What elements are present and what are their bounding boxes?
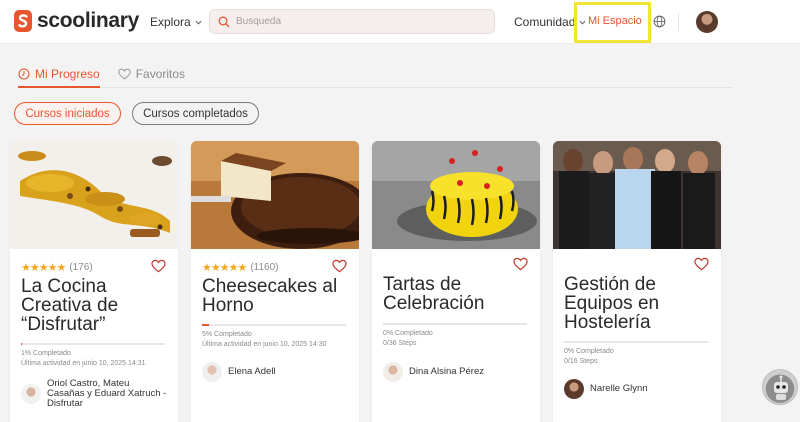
instructor-name: Narelle Glynn bbox=[590, 383, 648, 394]
search-icon bbox=[218, 16, 230, 27]
clock-icon bbox=[18, 68, 30, 80]
progress-bar bbox=[21, 343, 165, 345]
divider bbox=[678, 13, 679, 31]
course-title[interactable]: Gestión de Equipos en Hostelería bbox=[564, 275, 714, 332]
instructor-name: Dina Alsina Pérez bbox=[409, 366, 484, 377]
course-title[interactable]: Cheesecakes al Horno bbox=[202, 277, 352, 315]
tab-label: Favoritos bbox=[135, 67, 186, 81]
progress-text: 0% Completado 0/16 Steps bbox=[564, 347, 614, 367]
last-activity: Última actividad en junio 10, 2025 14:31 bbox=[21, 360, 146, 367]
progress-percent: 0% Completado bbox=[383, 330, 433, 337]
instructor: Elena Adell bbox=[202, 362, 276, 382]
course-card[interactable]: ★★★★★ (176) La Cocina Creativa de “Disfr… bbox=[10, 141, 178, 422]
explore-menu[interactable]: Explora bbox=[150, 15, 202, 29]
tabs-divider bbox=[18, 87, 733, 88]
course-rating: ★★★★★ (176) bbox=[21, 261, 93, 274]
favorite-heart-icon[interactable] bbox=[694, 257, 709, 271]
community-label: Comunidad bbox=[514, 15, 576, 29]
globe-icon[interactable] bbox=[653, 15, 666, 28]
tab-label: Mi Progreso bbox=[35, 67, 100, 81]
brand-name: scoolinary bbox=[37, 9, 140, 32]
rating-count: (176) bbox=[69, 262, 93, 273]
progress-percent: 1% Completado bbox=[21, 350, 71, 357]
instructor-name: Elena Adell bbox=[228, 366, 276, 377]
course-card[interactable]: Gestión de Equipos en Hostelería 0% Comp… bbox=[553, 141, 721, 422]
instructor: Dina Alsina Pérez bbox=[383, 362, 484, 382]
progress-bar bbox=[202, 324, 346, 326]
chatbot-button[interactable] bbox=[762, 369, 798, 405]
tab-favoritos[interactable]: Favoritos bbox=[117, 62, 186, 86]
progress-text: 0% Completado 0/36 Steps bbox=[383, 329, 433, 349]
heart-icon bbox=[117, 68, 131, 80]
progress-text: 1% Completado Última actividad en junio … bbox=[21, 349, 146, 369]
rating-stars: ★★★★★ bbox=[21, 262, 66, 274]
explore-label: Explora bbox=[150, 15, 191, 29]
progress-bar bbox=[383, 323, 527, 325]
course-title[interactable]: La Cocina Creativa de “Disfrutar” bbox=[21, 277, 171, 334]
course-card[interactable]: Tartas de Celebración 0% Completado 0/36… bbox=[372, 141, 540, 422]
instructor-avatar bbox=[564, 379, 584, 399]
instructor: Oriol Castro, Mateu Casañas y Eduard Xat… bbox=[21, 379, 167, 409]
search-bar[interactable] bbox=[209, 9, 495, 34]
favorite-heart-icon[interactable] bbox=[151, 259, 166, 273]
user-avatar[interactable] bbox=[696, 11, 718, 33]
instructor-avatar bbox=[202, 362, 222, 382]
tab-mi-progreso[interactable]: Mi Progreso bbox=[18, 62, 100, 86]
progress-tabs: Mi Progreso Favoritos bbox=[18, 62, 185, 86]
course-rating: ★★★★★ (1160) bbox=[202, 261, 278, 274]
chevron-down-icon bbox=[195, 20, 202, 24]
robot-icon bbox=[774, 375, 788, 400]
filter-cursos-completados[interactable]: Cursos completados bbox=[132, 102, 259, 125]
course-image bbox=[372, 141, 540, 249]
filter-cursos-iniciados[interactable]: Cursos iniciados bbox=[14, 102, 121, 125]
steps-count: 0/36 Steps bbox=[383, 340, 417, 347]
rating-count: (1160) bbox=[250, 262, 279, 273]
brand-logo[interactable]: scoolinary bbox=[14, 9, 139, 33]
my-space-link[interactable]: Mi Espacio bbox=[588, 15, 642, 27]
course-image bbox=[191, 141, 359, 249]
course-card[interactable]: ★★★★★ (1160) Cheesecakes al Horno 5% Com… bbox=[191, 141, 359, 422]
progress-percent: 5% Completado bbox=[202, 331, 252, 338]
scoolinary-logo-icon bbox=[14, 10, 32, 32]
course-image bbox=[553, 141, 721, 249]
course-image bbox=[10, 141, 178, 249]
search-input[interactable] bbox=[236, 16, 476, 27]
top-navbar: scoolinary Explora Comunidad Mi Espacio bbox=[0, 0, 800, 44]
favorite-heart-icon[interactable] bbox=[332, 259, 347, 273]
progress-percent: 0% Completado bbox=[564, 348, 614, 355]
progress-text: 5% Completado Última actividad en junio … bbox=[202, 330, 327, 350]
steps-count: 0/16 Steps bbox=[564, 358, 598, 365]
instructor: Narelle Glynn bbox=[564, 379, 648, 399]
favorite-heart-icon[interactable] bbox=[513, 257, 528, 271]
instructor-name: Oriol Castro, Mateu Casañas y Eduard Xat… bbox=[47, 378, 167, 409]
progress-bar bbox=[564, 341, 708, 343]
instructor-avatar bbox=[21, 384, 41, 404]
last-activity: Última actividad en junio 10, 2025 14:30 bbox=[202, 341, 327, 348]
course-title[interactable]: Tartas de Celebración bbox=[383, 275, 533, 313]
instructor-avatar bbox=[383, 362, 403, 382]
active-tab-indicator bbox=[18, 86, 100, 88]
rating-stars: ★★★★★ bbox=[202, 262, 247, 274]
